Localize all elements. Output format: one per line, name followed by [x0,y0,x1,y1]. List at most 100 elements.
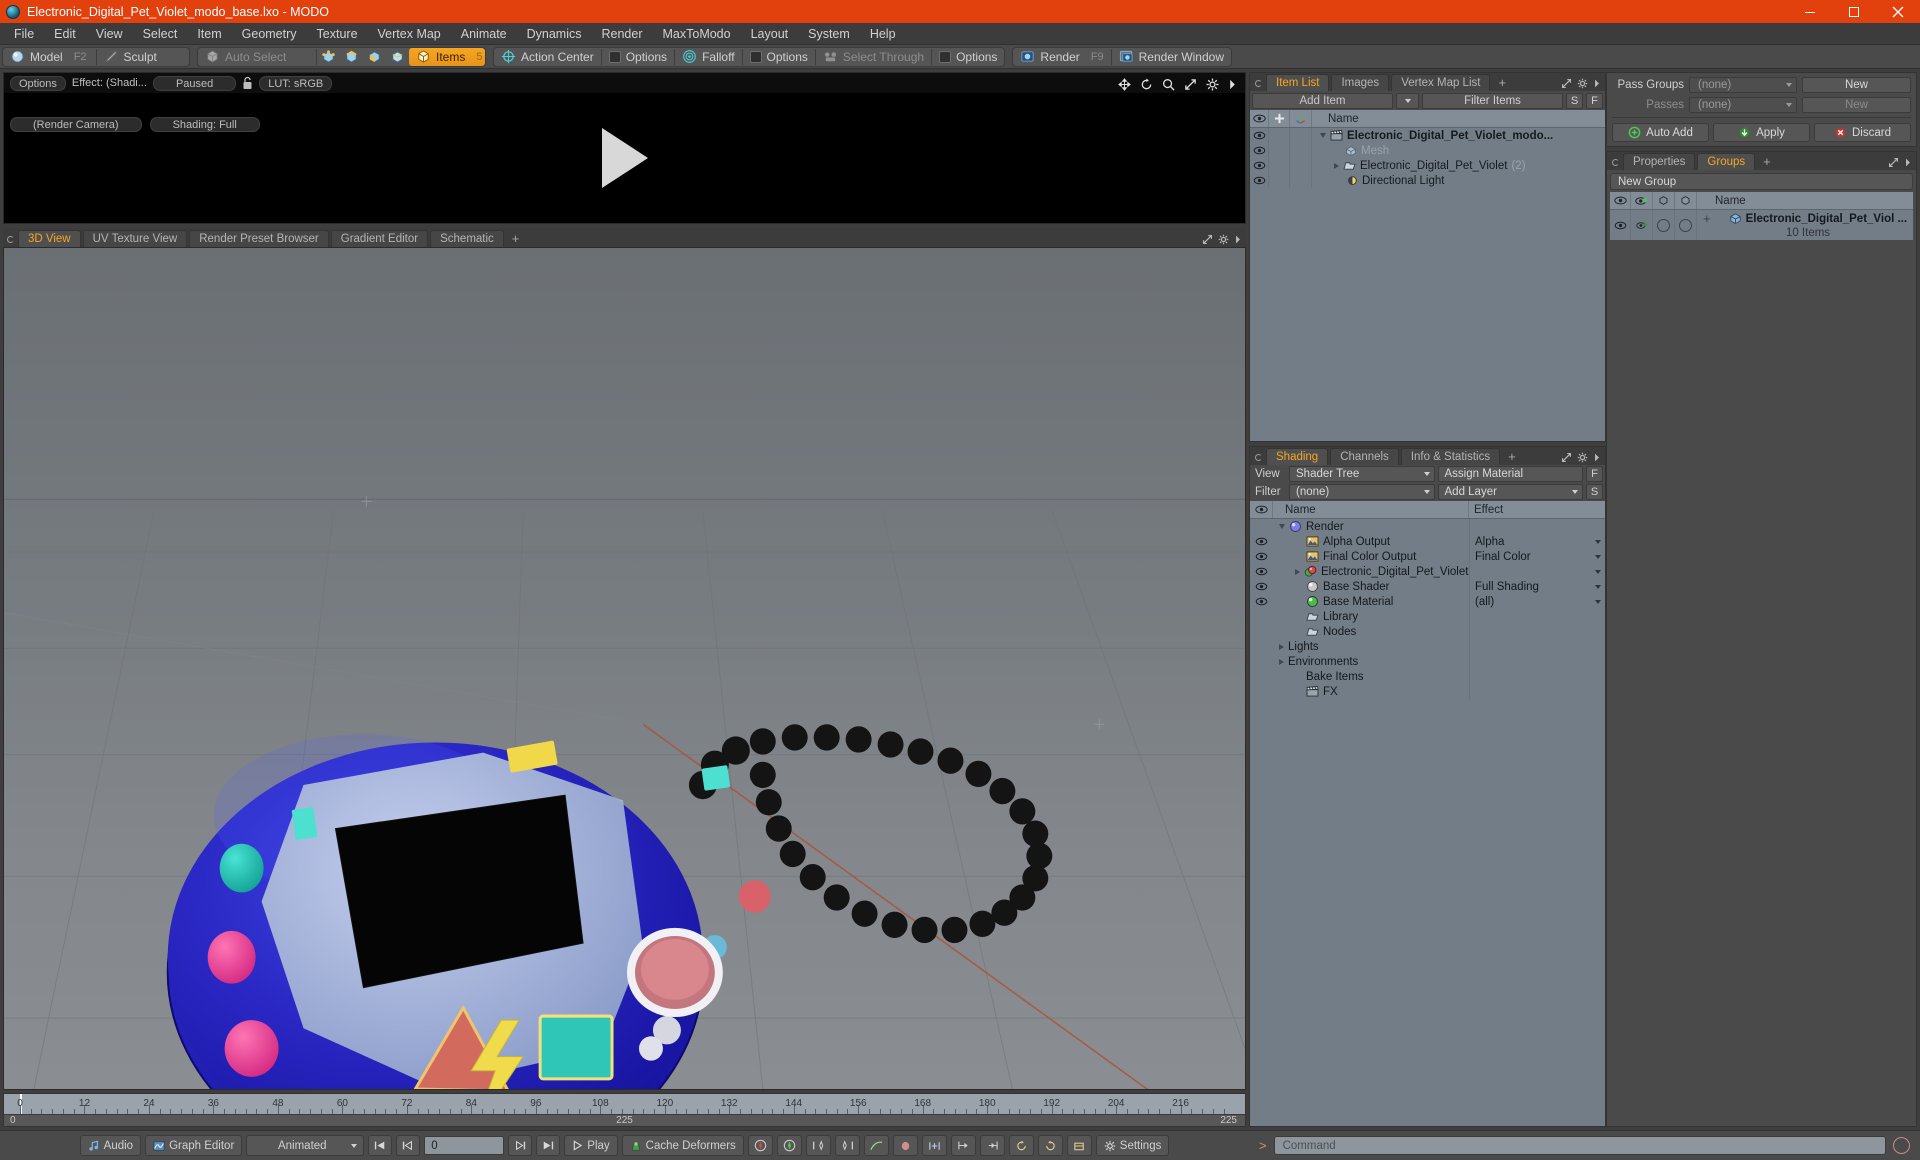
filter-select[interactable]: (none) [1289,484,1435,500]
add-groups-tab-button[interactable]: + [1757,153,1777,170]
gear-icon[interactable] [1206,78,1219,91]
tab-channels[interactable]: Channels [1330,448,1399,465]
rotate-icon[interactable] [1140,78,1153,91]
row-wireframe-toggle[interactable] [1653,210,1675,240]
pass-groups-select[interactable]: (none) [1689,77,1797,93]
row-visibility-toggle[interactable] [1250,128,1269,143]
tab-schematic[interactable]: Schematic [430,230,504,247]
expand-icon[interactable] [1888,157,1899,168]
fit-icon[interactable] [1184,78,1197,91]
auto-select-button[interactable]: Auto Select [198,48,316,66]
row-name-cell[interactable]: Electronic_Digital_Pet_Violet (2) [1312,160,1605,172]
expand-icon[interactable] [1561,452,1572,463]
snap-end-button[interactable] [979,1135,1005,1156]
last-frame-button[interactable] [536,1135,561,1156]
shading-row-name-cell[interactable]: Bake Items [1273,671,1469,683]
chevron-down-icon[interactable] [1595,569,1601,574]
menu-texture[interactable]: Texture [307,23,368,45]
gear-icon[interactable] [1577,452,1588,463]
shading-row-name-cell[interactable]: Final Color Output [1273,551,1469,563]
menu-system[interactable]: System [798,23,860,45]
item-list-body[interactable]: Electronic_Digital_Pet_Violet_modo... Mes… [1250,128,1605,441]
close-icon[interactable] [1876,0,1920,23]
audio-button[interactable]: Audio [79,1135,142,1156]
collapse-arrow-icon[interactable] [1320,133,1326,138]
lock-icon[interactable] [242,76,253,90]
tab-render-preset-browser[interactable]: Render Preset Browser [189,230,329,247]
menu-geometry[interactable]: Geometry [232,23,307,45]
menu-help[interactable]: Help [860,23,906,45]
settings-button[interactable]: Settings [1095,1135,1170,1156]
panel-menu-icon[interactable] [1255,454,1262,461]
row-render-visibility-toggle[interactable] [1631,210,1653,240]
add-shading-tab-button[interactable]: + [1502,448,1522,465]
edges-mode-icon[interactable] [340,48,363,66]
panel-menu-icon[interactable] [1255,80,1262,87]
range-tool-button[interactable] [921,1135,947,1156]
shading-row-name-cell[interactable]: Library [1273,611,1469,623]
select-through-options-button[interactable]: Options [932,48,1004,66]
menu-dynamics[interactable]: Dynamics [517,23,592,45]
view-select[interactable]: Shader Tree [1289,466,1435,482]
row-visibility-toggle[interactable] [1250,597,1273,606]
render-window-button[interactable]: Render Window [1112,48,1231,66]
groups-row[interactable]: + Electronic_Digital_Pet_Viol ... 10 Items [1610,210,1913,240]
auto-key-button[interactable] [776,1135,802,1156]
groups-row-name-cell[interactable]: + Electronic_Digital_Pet_Viol ... 10 Items [1697,211,1913,239]
shading-row-name-cell[interactable]: Nodes [1273,626,1469,638]
maximize-icon[interactable] [1832,0,1876,23]
item-list-row[interactable]: Electronic_Digital_Pet_Violet_modo... [1250,128,1605,143]
wireframe-icon[interactable] [1653,192,1675,209]
expand-icon[interactable] [1561,78,1572,89]
tab-groups[interactable]: Groups [1697,153,1756,170]
render-preview-canvas[interactable]: (Render Camera) Shading: Full [4,93,1245,223]
row-visibility-toggle[interactable] [1610,210,1631,240]
shading-row[interactable]: Alpha Output Alpha [1250,534,1605,549]
arrow-right-icon[interactable] [1593,78,1601,89]
menu-edit[interactable]: Edit [44,23,86,45]
render-visibility-icon[interactable] [1631,192,1653,209]
current-frame-input[interactable]: 0 [424,1136,505,1155]
chevron-down-icon[interactable] [1595,554,1601,559]
shading-s-button[interactable]: S [1586,484,1603,500]
item-list-row[interactable]: Directional Light [1250,173,1605,188]
shading-row-name-cell[interactable]: Render [1273,520,1469,533]
shading-row[interactable]: FX [1250,684,1605,699]
move-icon[interactable] [1118,78,1131,91]
new-group-button[interactable]: New Group [1610,173,1913,190]
item-list-row[interactable]: Mesh [1250,143,1605,158]
row-name-cell[interactable]: Directional Light [1312,175,1605,187]
arrow-right-icon[interactable] [1228,78,1237,91]
falloff-button[interactable]: Falloff [675,48,741,66]
shading-row[interactable]: Base Material (all) [1250,594,1605,609]
passes-select[interactable]: (none) [1689,97,1797,113]
tab-uv-texture-view[interactable]: UV Texture View [82,230,188,247]
tab-3d-view[interactable]: 3D View [18,230,81,247]
gear-icon[interactable] [1218,234,1229,245]
shading-row-name-cell[interactable]: Base Material [1273,595,1469,608]
menu-vertex-map[interactable]: Vertex Map [368,23,451,45]
eye-icon[interactable] [1610,192,1631,209]
snap-start-button[interactable] [950,1135,976,1156]
shading-effect-cell[interactable]: Final Color [1469,549,1605,564]
pass-groups-new-button[interactable]: New [1802,77,1911,93]
shading-row[interactable]: Final Color Output Final Color [1250,549,1605,564]
row-lock-cell[interactable] [1269,158,1290,173]
item-list-row[interactable]: Electronic_Digital_Pet_Violet (2) [1250,158,1605,173]
add-layer-button[interactable]: Add Layer [1437,484,1583,500]
row-visibility-toggle[interactable] [1250,173,1269,188]
expand-icon[interactable] [1202,234,1213,245]
menu-animate[interactable]: Animate [451,23,517,45]
shading-row[interactable]: Bake Items [1250,669,1605,684]
bake-button[interactable] [1066,1135,1092,1156]
play-triangle-icon[interactable] [601,128,648,188]
arrow-right-icon[interactable] [1593,452,1601,463]
model-mode-button[interactable]: Model F2 [3,48,96,66]
menu-render[interactable]: Render [592,23,653,45]
render-effect-label[interactable]: Effect: (Shadi... [72,77,147,89]
shading-row[interactable]: Electronic_Digital_Pet_Violet... [1250,564,1605,579]
first-frame-button[interactable] [368,1135,393,1156]
menu-file[interactable]: File [4,23,44,45]
add-viewport-tab-button[interactable]: + [506,230,526,247]
eye-icon[interactable] [1250,110,1269,127]
